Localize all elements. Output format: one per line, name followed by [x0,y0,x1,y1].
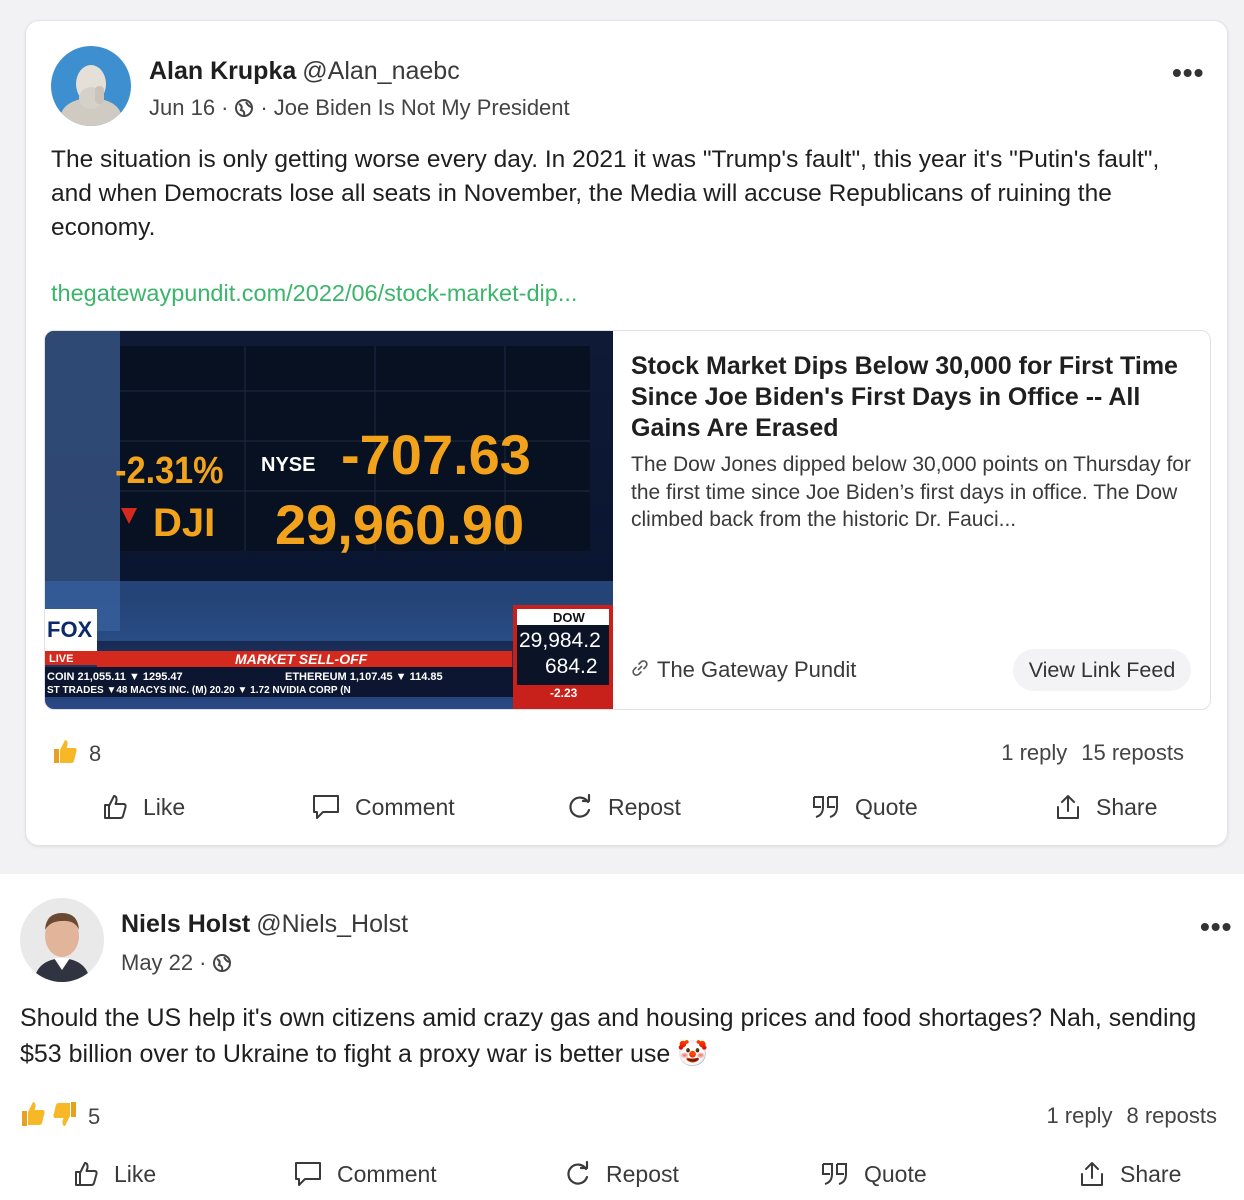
post-meta: Jun 16 · · Joe Biden Is Not My President [149,95,570,121]
share-icon [1054,793,1082,821]
quote-icon [811,793,841,821]
index-label: DJI [153,501,215,545]
like-label: Like [114,1160,157,1187]
engagement-counts: 1 reply 8 reposts [1046,1103,1217,1129]
reaction-count: 8 [89,741,102,766]
share-icon [1078,1160,1106,1188]
dow-value: 29,984.2 [519,629,601,652]
repost-icon [566,793,594,821]
dow-change: 684.2 [545,655,598,678]
post-text: The situation is only getting worse ever… [51,146,1160,241]
quote-button[interactable]: Quote [811,793,918,821]
preview-source[interactable]: The Gateway Pundit [631,657,856,683]
preview-description: The Dow Jones dipped below 30,000 points… [631,453,1191,531]
globe-icon [212,953,232,973]
thumbs-up-icon [72,1160,100,1188]
share-label: Share [1096,793,1158,820]
thumbs-up-down-emoji-icon [20,1099,78,1135]
preview-title[interactable]: Stock Market Dips Below 30,000 for First… [631,351,1196,444]
group-name[interactable]: Joe Biden Is Not My President [274,95,570,121]
thumbs-up-icon [101,793,129,821]
avatar[interactable] [51,46,131,126]
preview-image[interactable]: -2.31% DJI NYSE -707.63 29,960.90 FOX LI… [45,331,613,710]
post-text-body: Should the US help it's own citizens ami… [20,1004,1197,1068]
points-change-label: -707.63 [341,423,531,486]
avatar[interactable] [20,898,104,982]
like-button[interactable]: Like [72,1160,156,1188]
comment-label: Comment [355,793,455,820]
author-handle[interactable]: @Niels_Holst [256,910,408,938]
quote-button[interactable]: Quote [820,1160,927,1188]
more-options-icon[interactable]: ••• [1172,57,1204,89]
network-logo: FOX [47,617,93,642]
post-2-container: Niels Holst @Niels_Holst May 22 · ••• Sho… [0,874,1244,1200]
ticker-line-2: ETHEREUM 1,107.45 ▼ 114.85 [285,671,443,683]
reply-count[interactable]: 1 reply [1001,740,1067,765]
author-name[interactable]: Alan Krupka @Alan_naebc [149,57,460,86]
preview-source-name[interactable]: The Gateway Pundit [657,657,856,683]
reaction-summary[interactable]: 5 [20,1099,100,1135]
clown-emoji: 🤡 [677,1040,709,1068]
comment-icon [311,793,341,821]
like-button[interactable]: Like [101,793,185,821]
repost-count[interactable]: 15 reposts [1081,740,1184,765]
more-options-icon[interactable]: ••• [1200,911,1232,943]
pct-change-label: -2.31% [115,448,223,491]
comment-icon [293,1160,323,1188]
exchange-label: NYSE [261,454,315,476]
globe-icon [234,98,254,118]
thumbs-up-emoji-icon [51,737,79,771]
author-name-text[interactable]: Alan Krupka [149,57,296,85]
reply-count[interactable]: 1 reply [1046,1103,1112,1128]
post-meta: May 22 · [121,950,232,976]
share-button[interactable]: Share [1078,1160,1181,1188]
link-icon [631,657,649,683]
share-label: Share [1120,1160,1182,1187]
post-1-card: Alan Krupka @Alan_naebc Jun 16 · · Joe Bi… [25,20,1228,846]
link-preview-card[interactable]: -2.31% DJI NYSE -707.63 29,960.90 FOX LI… [44,330,1211,710]
view-link-feed-button[interactable]: View Link Feed [1013,649,1191,691]
repost-label: Repost [606,1160,679,1187]
index-value-label: 29,960.90 [275,493,524,556]
post-1-container: Alan Krupka @Alan_naebc Jun 16 · · Joe Bi… [0,0,1244,874]
ticker-line-1: COIN 21,055.11 ▼ 1295.47 [47,671,183,683]
separator-dot: · [199,950,207,975]
author-name-text[interactable]: Niels Holst [121,910,250,938]
quote-icon [820,1160,850,1188]
separator-dot: · [260,95,268,120]
post-date[interactable]: May 22 [121,950,193,976]
reaction-summary[interactable]: 8 [51,737,101,771]
quote-label: Quote [864,1160,927,1187]
separator-dot: · [221,95,229,120]
repost-button[interactable]: Repost [566,793,681,821]
live-label: LIVE [49,653,73,665]
dow-label: DOW [553,610,586,625]
author-name[interactable]: Niels Holst @Niels_Holst [121,910,408,939]
post-link[interactable]: thegatewaypundit.com/2022/06/stock-marke… [51,280,577,307]
comment-button[interactable]: Comment [293,1160,437,1188]
repost-icon [564,1160,592,1188]
post-text: Should the US help it's own citizens ami… [20,1000,1235,1072]
post-date[interactable]: Jun 16 [149,95,215,121]
comment-button[interactable]: Comment [311,793,455,821]
repost-count[interactable]: 8 reposts [1127,1103,1218,1128]
ticker-line-3: ST TRADES ▼48 MACYS INC. (M) 20.20 ▼ 1.7… [47,685,351,696]
quote-label: Quote [855,793,918,820]
like-label: Like [143,793,186,820]
dow-pct: -2.23 [550,686,578,700]
repost-button[interactable]: Repost [564,1160,679,1188]
market-banner: MARKET SELL-OFF [235,651,368,667]
share-button[interactable]: Share [1054,793,1157,821]
engagement-counts: 1 reply 15 reposts [1001,740,1184,766]
comment-label: Comment [337,1160,437,1187]
author-handle[interactable]: @Alan_naebc [302,57,459,85]
reaction-count: 5 [88,1104,101,1129]
repost-label: Repost [608,793,681,820]
